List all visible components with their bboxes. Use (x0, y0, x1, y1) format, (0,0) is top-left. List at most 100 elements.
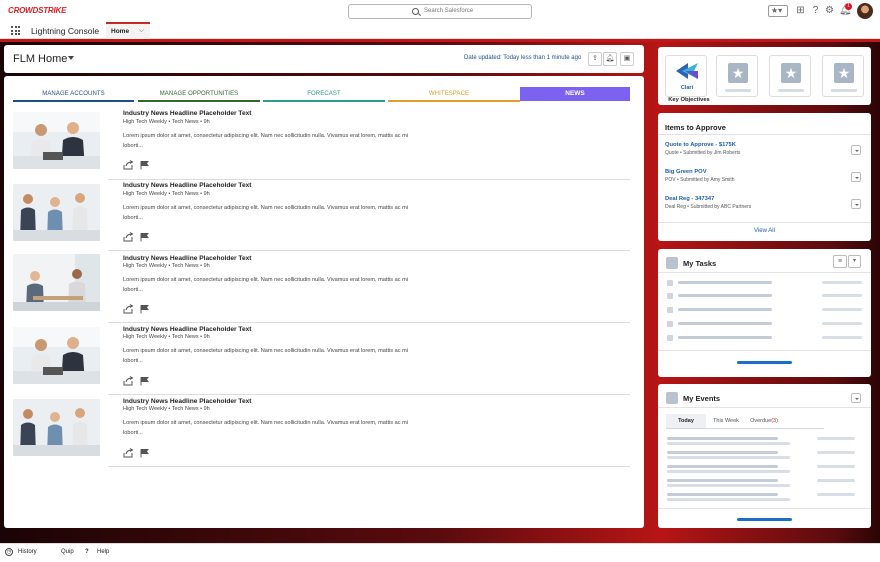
tab-this-week[interactable]: This Week (706, 414, 746, 428)
utility-quip[interactable]: Quip (61, 549, 74, 555)
view-all-link-placeholder[interactable] (737, 361, 792, 364)
task-checkbox[interactable] (667, 321, 673, 327)
news-image[interactable] (13, 254, 100, 311)
task-skeleton (678, 336, 772, 339)
task-checkbox[interactable] (667, 307, 673, 313)
star-icon: ★ (728, 63, 748, 83)
view-all-link[interactable]: View All (658, 228, 871, 234)
news-summary: Lorem ipsum dolor sit amet, consectetur … (123, 205, 408, 221)
tab-home-label: Home (111, 28, 130, 35)
news-image[interactable] (13, 399, 100, 456)
event-skeleton (667, 465, 778, 468)
news-headline[interactable]: Industry News Headline Placeholder Text (123, 326, 252, 333)
tab-manage-opportunities[interactable]: MANAGE OPPORTUNITIES (138, 87, 260, 101)
question-icon: ? (85, 549, 89, 555)
star-icon: ★ (834, 63, 854, 83)
flag-icon (140, 305, 149, 314)
news-divider (108, 179, 630, 180)
task-checkbox[interactable] (667, 335, 673, 341)
task-checkbox[interactable] (667, 293, 673, 299)
approval-item-menu-button[interactable] (851, 172, 861, 182)
card-title: My Events (683, 394, 721, 403)
news-actions (123, 376, 155, 386)
company-logo[interactable]: CROWDSTRIKE (8, 6, 66, 15)
clock-icon: ◷ (5, 548, 13, 556)
chevron-down-icon[interactable]: ⌵ (139, 27, 144, 35)
share-icon (123, 376, 134, 386)
help-icon[interactable]: ? (810, 5, 821, 16)
news-actions (123, 304, 155, 314)
tab-whitespace[interactable]: WHITESPACE (388, 87, 510, 101)
news-summary: Lorem ipsum dolor sit amet, consectetur … (123, 420, 408, 436)
clari-app-tile[interactable]: Clari (665, 55, 707, 97)
utility-help[interactable]: Help (97, 549, 109, 555)
filter-list-icon[interactable]: ≡ (833, 255, 847, 268)
tab-overdue[interactable]: Overdue(3) (746, 414, 782, 428)
approval-item-link[interactable]: Quote to Approve - $175K (665, 142, 736, 148)
caret-down-icon[interactable] (68, 56, 74, 60)
share-button[interactable]: ⇪ (588, 52, 602, 66)
approval-item-link[interactable]: Deal Reg - 347347 (665, 196, 714, 202)
notify-button[interactable]: 🔔︎ (603, 52, 617, 66)
approval-item-meta: POV • Submitted by Amy Smith (665, 177, 735, 183)
news-image[interactable] (13, 184, 100, 241)
avatar[interactable] (857, 3, 873, 19)
news-image[interactable] (13, 112, 100, 169)
tab-forecast[interactable]: FORECAST (263, 87, 385, 101)
gear-icon[interactable]: ⚙ (824, 5, 835, 16)
approval-item-meta: Quote • Submitted by Jim Roberts (665, 150, 741, 156)
approval-item-menu-button[interactable] (851, 145, 861, 155)
notification-badge: 1 (845, 3, 852, 10)
approval-item-meta: Deal Reg • Submitted by ABC Partners (665, 204, 752, 210)
save-image-button[interactable]: ▣ (620, 52, 634, 66)
news-headline[interactable]: Industry News Headline Placeholder Text (123, 110, 252, 117)
news-actions (123, 160, 155, 170)
tab-news[interactable]: NEWS (520, 87, 630, 101)
news-source: High Tech Weekly • Tech News • 9h (123, 191, 210, 197)
tab-underline (388, 100, 520, 102)
overdue-count: (3) (771, 418, 778, 424)
app-name: Lightning Console (31, 26, 100, 36)
task-skeleton (678, 308, 772, 311)
search-placeholder: Search Salesforce (424, 8, 474, 14)
news-image[interactable] (13, 327, 100, 384)
accent-stripe (0, 39, 880, 42)
news-actions (123, 232, 155, 242)
clari-app-name: Clari (680, 85, 694, 91)
news-divider (108, 394, 630, 395)
news-divider (108, 250, 630, 251)
utility-history[interactable]: History (18, 549, 37, 555)
card-title: My Tasks (683, 259, 717, 268)
news-source: High Tech Weekly • Tech News • 9h (123, 263, 210, 269)
news-source: High Tech Weekly • Tech News • 9h (123, 406, 210, 412)
event-skeleton (667, 493, 778, 496)
chevron-down-icon[interactable]: ▾ (848, 255, 861, 268)
app-launcher-icon[interactable] (11, 26, 20, 35)
global-search-input[interactable]: Search Salesforce (348, 4, 532, 19)
favorites-star-icon[interactable]: ★▾ (768, 5, 788, 17)
share-icon (123, 448, 134, 458)
flag-icon (140, 449, 149, 458)
app-tile-placeholder[interactable]: ★ (769, 55, 811, 97)
approval-item-link[interactable]: Big Green POV (665, 169, 707, 175)
tab-home[interactable]: Home ⌵ (106, 22, 150, 39)
view-all-link-placeholder[interactable] (737, 518, 792, 521)
news-headline[interactable]: Industry News Headline Placeholder Text (123, 182, 252, 189)
add-icon[interactable]: ⊞ (795, 5, 806, 16)
key-objectives-label: Key Objectives (668, 97, 710, 103)
flag-icon (140, 161, 149, 170)
tab-today[interactable]: Today (666, 414, 706, 428)
utility-bar (0, 543, 880, 562)
news-headline[interactable]: Industry News Headline Placeholder Text (123, 255, 252, 262)
task-skeleton (678, 294, 772, 297)
app-tile-placeholder[interactable]: ★ (716, 55, 758, 97)
task-checkbox[interactable] (667, 280, 673, 286)
approval-item-menu-button[interactable] (851, 199, 861, 209)
news-summary: Lorem ipsum dolor sit amet, consectetur … (123, 133, 408, 149)
app-tile-placeholder[interactable]: ★ (822, 55, 864, 97)
events-menu-button[interactable] (851, 393, 861, 403)
news-headline[interactable]: Industry News Headline Placeholder Text (123, 398, 252, 405)
star-icon: ★ (781, 63, 801, 83)
task-skeleton (678, 281, 772, 284)
tab-manage-accounts[interactable]: MANAGE ACCOUNTS (13, 87, 134, 101)
